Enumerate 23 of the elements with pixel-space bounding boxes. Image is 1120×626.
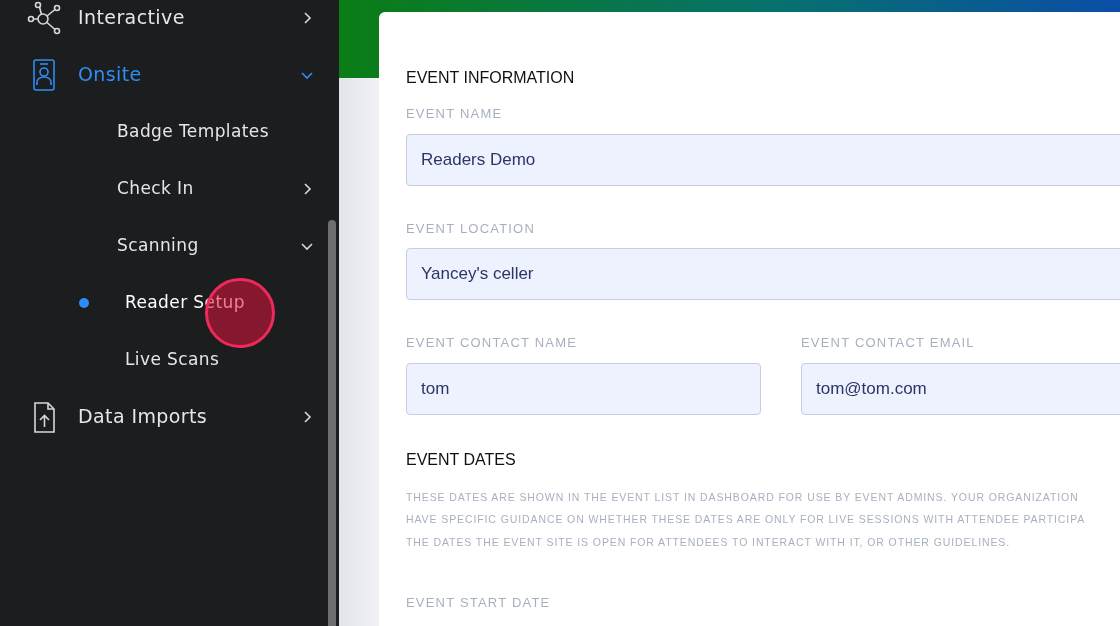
field-label: EVENT NAME (406, 105, 504, 123)
field-label: EVENT LOCATION (406, 219, 536, 238)
section-title: EVENT INFORMATION (406, 68, 576, 88)
active-dot (79, 297, 89, 308)
input-field[interactable]: tom (406, 362, 761, 415)
sidebar-item[interactable]: Reader Setup (0, 274, 325, 331)
field-label: EVENT START DATE (406, 594, 552, 612)
scrollbar-thumb[interactable] (328, 220, 336, 626)
section-description: THESE DATES ARE SHOWN IN THE EVENT LIST IN DASHBOARD FOR USE BY EVENT ADMINS. YOUR ORGANIZATION HAVE SPECIFIC GUIDANCE ON WHETHER THESE DATES ARE ONLY FOR LIVE SESSIONS WITH ATTENDEE PARTICIPA THE DATES THE EVENT SITE IS OPEN FOR ATTENDEES TO INTERACT WITH IT, OR OTHER GUIDELINES. (406, 489, 1087, 550)
field-label: EVENT CONTACT NAME (406, 334, 579, 352)
sidebar-item[interactable]: Badge Templates (0, 103, 325, 160)
field-label: EVENT CONTACT EMAIL (801, 334, 976, 352)
input-field[interactable]: Readers Demo (406, 133, 1120, 186)
sidebar-item[interactable]: Onsite (0, 46, 325, 103)
network-icon (26, 0, 62, 36)
input-field[interactable]: tom@tom.com (801, 362, 1120, 415)
sidebar-item[interactable]: Check In (0, 160, 325, 217)
section-title: EVENT DATES (406, 449, 517, 470)
sidebar-item[interactable]: Live Scans (0, 331, 325, 388)
sidebar-item[interactable]: Scanning (0, 217, 325, 274)
input-field[interactable]: Yancey's celler (406, 248, 1120, 300)
sidebar-item[interactable]: Data Imports (0, 388, 325, 445)
sidebar-item[interactable]: Interactive (0, 0, 325, 46)
